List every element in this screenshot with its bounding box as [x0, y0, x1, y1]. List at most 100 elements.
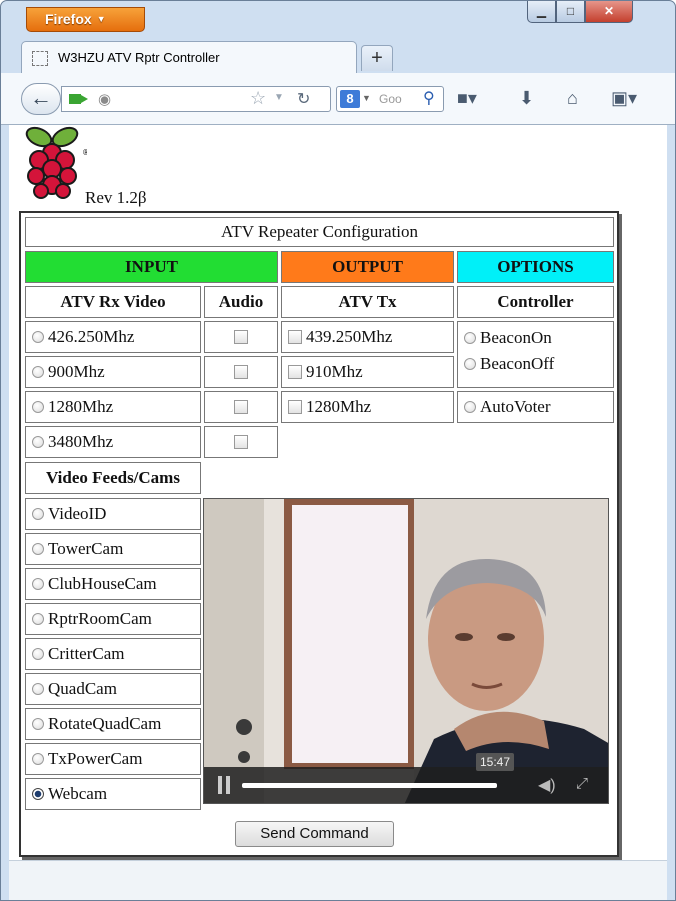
radio-button[interactable]	[32, 331, 44, 343]
bookmark-star-icon[interactable]: ☆	[250, 88, 266, 109]
video-progress-bar[interactable]	[242, 783, 497, 788]
feed-label: QuadCam	[48, 679, 117, 698]
radio-button[interactable]	[32, 366, 44, 378]
globe-icon[interactable]: ◉	[98, 90, 111, 108]
radio-button[interactable]	[464, 332, 476, 344]
camera-sharing-icon[interactable]	[69, 94, 88, 104]
feed-option[interactable]: VideoID	[25, 498, 201, 530]
new-tab-button[interactable]: +	[361, 45, 393, 71]
url-bar[interactable]: ◉ ☆ ▼ ↻	[61, 86, 331, 112]
search-icon[interactable]: ⚲	[423, 88, 435, 108]
feed-label: TowerCam	[48, 539, 124, 558]
radio-button[interactable]	[32, 718, 44, 730]
tab-title: W3HZU ATV Rptr Controller	[58, 50, 220, 65]
feed-label: CritterCam	[48, 644, 125, 663]
search-bar[interactable]: 8 ▼ Goo ⚲	[336, 86, 444, 112]
column-tx: ATV Tx	[281, 286, 454, 318]
firefox-menu-button[interactable]: Firefox ▼	[26, 7, 145, 32]
history-dropdown-icon[interactable]: ▼	[274, 92, 284, 103]
tab-bar: W3HZU ATV Rptr Controller +	[1, 35, 675, 73]
rx-option-label: 426.250Mhz	[48, 327, 135, 346]
engine-dropdown-icon[interactable]: ▼	[362, 93, 371, 103]
feed-option[interactable]: ClubHouseCam	[25, 568, 201, 600]
fullscreen-icon[interactable]: ⤢	[576, 775, 588, 792]
feed-option[interactable]: QuadCam	[25, 673, 201, 705]
rx-option[interactable]: 900Mhz	[25, 356, 201, 388]
radio-button[interactable]	[32, 683, 44, 695]
controller-option[interactable]: BeaconOn	[458, 328, 552, 348]
status-bar	[9, 860, 667, 900]
rx-option[interactable]: 1280Mhz	[25, 391, 201, 423]
column-rx-video: ATV Rx Video	[25, 286, 201, 318]
feed-option[interactable]: RotateQuadCam	[25, 708, 201, 740]
download-icon[interactable]: ⬇	[519, 88, 534, 109]
radio-button[interactable]	[32, 648, 44, 660]
radio-button[interactable]	[464, 358, 476, 370]
maximize-button[interactable]: □	[556, 1, 585, 23]
audio-cell	[204, 391, 278, 423]
audio-checkbox[interactable]	[234, 400, 248, 414]
tx-checkbox[interactable]	[288, 400, 302, 414]
back-button[interactable]: ←	[21, 83, 61, 115]
google-engine-icon[interactable]: 8	[340, 90, 360, 108]
tx-option[interactable]: 439.250Mhz	[281, 321, 454, 353]
radio-button[interactable]	[464, 401, 476, 413]
radio-button[interactable]	[32, 401, 44, 413]
audio-checkbox[interactable]	[234, 330, 248, 344]
radio-button[interactable]	[32, 578, 44, 590]
raspberry-pi-logo: ®	[25, 126, 87, 199]
table-title: ATV Repeater Configuration	[25, 217, 614, 247]
radio-button[interactable]	[32, 753, 44, 765]
section-options-header: OPTIONS	[457, 251, 614, 283]
search-input[interactable]: Goo	[379, 92, 402, 106]
home-icon[interactable]: ⌂	[567, 88, 578, 109]
radio-button[interactable]	[32, 508, 44, 520]
svg-text:®: ®	[82, 148, 87, 157]
radio-button-selected[interactable]	[32, 788, 44, 800]
feed-option[interactable]: Webcam	[25, 778, 201, 810]
reload-icon[interactable]: ↻	[297, 89, 310, 109]
controller-option[interactable]: BeaconOff	[458, 354, 554, 374]
radio-button[interactable]	[32, 543, 44, 555]
controller-option[interactable]: AutoVoter	[457, 391, 614, 423]
bookmarks-menu-icon[interactable]: ▣▾	[611, 88, 637, 109]
feed-option[interactable]: RptrRoomCam	[25, 603, 201, 635]
tx-option[interactable]: 1280Mhz	[281, 391, 454, 423]
video-icon[interactable]: ■▾	[457, 88, 477, 109]
browser-window: Firefox ▼ ▁ □ ✕ W3HZU ATV Rptr Controller…	[0, 0, 676, 901]
radio-button[interactable]	[32, 436, 44, 448]
volume-icon[interactable]: ◀)	[538, 775, 556, 795]
rx-option[interactable]: 426.250Mhz	[25, 321, 201, 353]
tx-checkbox[interactable]	[288, 365, 302, 379]
feed-option[interactable]: TxPowerCam	[25, 743, 201, 775]
tx-checkbox[interactable]	[288, 330, 302, 344]
video-time: 15:47	[476, 753, 515, 771]
pause-icon[interactable]	[218, 776, 232, 794]
audio-cell	[204, 321, 278, 353]
back-arrow-icon: ←	[30, 85, 52, 110]
feed-option[interactable]: CritterCam	[25, 638, 201, 670]
revision-label: Rev 1.2β	[85, 188, 147, 207]
webcam-video-player[interactable]: 15:47 ◀) ⤢	[203, 498, 609, 804]
tx-option-label: 1280Mhz	[306, 397, 372, 416]
tx-option[interactable]: 910Mhz	[281, 356, 454, 388]
title-bar: Firefox ▼ ▁ □ ✕	[1, 1, 675, 35]
audio-checkbox[interactable]	[234, 435, 248, 449]
feeds-header: Video Feeds/Cams	[25, 462, 201, 494]
minimize-button[interactable]: ▁	[527, 1, 556, 23]
controller-option-label: BeaconOn	[480, 328, 552, 347]
rx-option[interactable]: 3480Mhz	[25, 426, 201, 458]
column-audio: Audio	[204, 286, 278, 318]
page-favicon-icon	[32, 51, 48, 66]
webcam-video-frame	[204, 499, 608, 803]
feed-option[interactable]: TowerCam	[25, 533, 201, 565]
firefox-menu-label: Firefox	[45, 11, 92, 27]
video-controls: 15:47 ◀) ⤢	[204, 753, 608, 803]
tab-w3hzu[interactable]: W3HZU ATV Rptr Controller	[21, 41, 357, 73]
controller-option-label: BeaconOff	[480, 354, 555, 373]
tx-option-label: 439.250Mhz	[306, 327, 393, 346]
send-command-button[interactable]: Send Command	[235, 821, 394, 847]
radio-button[interactable]	[32, 613, 44, 625]
audio-checkbox[interactable]	[234, 365, 248, 379]
close-button[interactable]: ✕	[585, 1, 633, 23]
